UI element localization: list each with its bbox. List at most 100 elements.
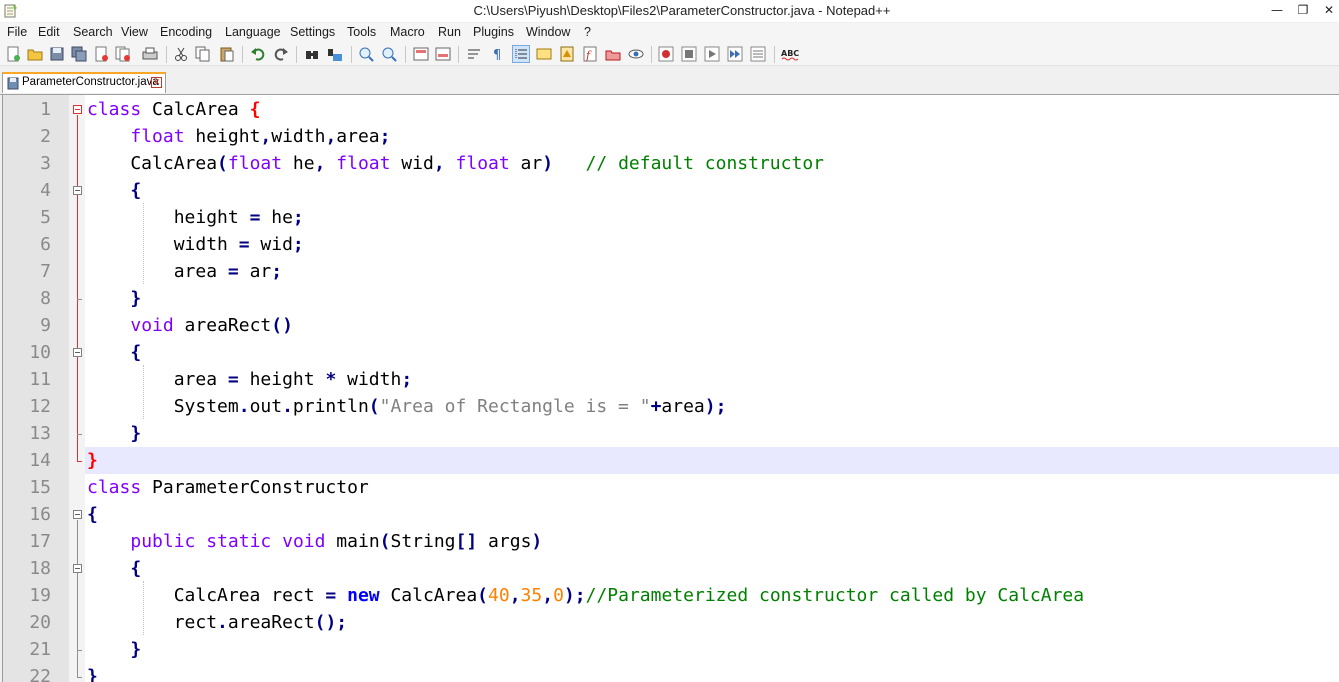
- line-number: 2: [40, 126, 51, 147]
- toolbar-separator: [242, 46, 243, 63]
- sync-h-icon[interactable]: [435, 46, 451, 62]
- menu-bar: File Edit Search View Encoding Language …: [0, 23, 1339, 43]
- paste-icon[interactable]: [219, 46, 235, 62]
- play-macro-icon[interactable]: [704, 46, 720, 62]
- run-macro-multiple-icon[interactable]: [727, 46, 743, 62]
- sync-v-icon[interactable]: [413, 46, 429, 62]
- code-line: width = wid;: [87, 234, 304, 255]
- code-line: void areaRect(): [130, 315, 293, 336]
- line-number: 1: [40, 99, 51, 120]
- close-all-icon[interactable]: [115, 46, 131, 62]
- line-number: 22: [29, 666, 51, 682]
- line-number: 17: [29, 531, 51, 552]
- minimize-button[interactable]: —: [1266, 1, 1288, 19]
- save-icon[interactable]: [49, 46, 65, 62]
- svg-text:¶: ¶: [493, 48, 501, 62]
- record-macro-icon[interactable]: [658, 46, 674, 62]
- code-line: class CalcArea {: [87, 99, 261, 120]
- show-all-chars-icon[interactable]: ¶: [489, 46, 505, 62]
- save-macro-icon[interactable]: [750, 46, 766, 62]
- open-file-icon[interactable]: [27, 46, 43, 62]
- save-all-icon[interactable]: [71, 46, 87, 62]
- fold-range-line: [77, 115, 78, 461]
- zoom-out-icon[interactable]: [381, 46, 397, 62]
- close-icon[interactable]: [93, 46, 109, 62]
- code-line: class ParameterConstructor: [87, 477, 369, 498]
- tab-strip: ParameterConstructor.java ✕: [0, 66, 1339, 95]
- line-number: 13: [29, 423, 51, 444]
- folder-workspace-icon[interactable]: [605, 46, 621, 62]
- code-line: {: [87, 504, 98, 525]
- line-number: 16: [29, 504, 51, 525]
- line-number: 7: [40, 261, 51, 282]
- line-number: 12: [29, 396, 51, 417]
- tab-close-icon[interactable]: ✕: [151, 77, 162, 88]
- code-line: {: [130, 558, 142, 579]
- line-number: 15: [29, 477, 51, 498]
- menu-macro[interactable]: Macro: [390, 25, 425, 39]
- current-line-highlight: [85, 447, 1339, 474]
- redo-icon[interactable]: [273, 46, 289, 62]
- menu-settings[interactable]: Settings: [290, 25, 335, 39]
- fold-end-tick: [77, 677, 82, 678]
- line-number: 21: [29, 639, 51, 660]
- fold-toggle-icon[interactable]: [73, 105, 82, 114]
- zoom-in-icon[interactable]: [358, 46, 374, 62]
- function-list-icon[interactable]: f: [582, 46, 598, 62]
- menu-view[interactable]: View: [121, 25, 148, 39]
- indent-guide-icon[interactable]: [512, 45, 530, 63]
- code-line: {: [130, 342, 142, 363]
- code-line: }: [130, 288, 142, 309]
- menu-plugins[interactable]: Plugins: [473, 25, 514, 39]
- undo-icon[interactable]: [250, 46, 266, 62]
- tab-parameterconstructor-java[interactable]: ParameterConstructor.java ✕: [2, 72, 166, 93]
- monitor-icon[interactable]: [628, 46, 644, 62]
- close-window-button[interactable]: ✕: [1318, 1, 1339, 19]
- menu-file[interactable]: File: [7, 25, 27, 39]
- fold-toggle-icon[interactable]: [73, 564, 82, 573]
- fold-toggle-icon[interactable]: [73, 186, 82, 195]
- code-line: public static void main(String[] args): [130, 531, 543, 552]
- toolbar-separator: [296, 46, 297, 63]
- line-number: 8: [40, 288, 51, 309]
- window-title: C:\Users\Piyush\Desktop\Files2\Parameter…: [473, 3, 891, 18]
- menu-help[interactable]: ?: [584, 25, 591, 39]
- line-number: 5: [40, 207, 51, 228]
- find-icon[interactable]: [304, 46, 320, 62]
- menu-language[interactable]: Language: [225, 25, 281, 39]
- user-lang-icon[interactable]: [536, 46, 552, 62]
- menu-search[interactable]: Search: [73, 25, 113, 39]
- fold-toggle-icon[interactable]: [73, 510, 82, 519]
- copy-icon[interactable]: [195, 46, 211, 62]
- cut-icon[interactable]: [173, 46, 189, 62]
- replace-icon[interactable]: [327, 46, 343, 62]
- fold-toggle-icon[interactable]: [73, 348, 82, 357]
- menu-tools[interactable]: Tools: [347, 25, 376, 39]
- menu-run[interactable]: Run: [438, 25, 461, 39]
- word-wrap-icon[interactable]: [466, 46, 482, 62]
- code-line: }: [130, 423, 142, 444]
- new-file-icon[interactable]: [5, 46, 21, 62]
- fold-end-tick: [77, 434, 82, 435]
- code-editor[interactable]: 1 2 3 4 5 6 7 8 9 10 11 12 13 14 15 16 1…: [2, 95, 1339, 682]
- spellcheck-icon[interactable]: ABC: [781, 46, 801, 62]
- fold-end-tick: [77, 650, 82, 651]
- line-number: 11: [29, 369, 51, 390]
- code-line: float height,width,area;: [130, 126, 391, 147]
- menu-encoding[interactable]: Encoding: [160, 25, 212, 39]
- menu-edit[interactable]: Edit: [38, 25, 60, 39]
- title-bar: C:\Users\Piyush\Desktop\Files2\Parameter…: [0, 0, 1339, 22]
- doc-map-icon[interactable]: [559, 46, 575, 62]
- toolbar-separator: [166, 46, 167, 63]
- line-number: 19: [29, 585, 51, 606]
- restore-button[interactable]: ❐: [1292, 1, 1314, 19]
- toolbar-separator: [774, 46, 775, 63]
- toolbar: ¶ f ABC: [0, 43, 1339, 66]
- line-number: 9: [40, 315, 51, 336]
- tab-label: ParameterConstructor.java: [22, 76, 159, 88]
- stop-record-icon[interactable]: [681, 46, 697, 62]
- menu-window[interactable]: Window: [526, 25, 570, 39]
- code-line: area = height * width;: [87, 369, 413, 390]
- print-icon[interactable]: [142, 46, 158, 62]
- saved-file-icon: [7, 77, 19, 90]
